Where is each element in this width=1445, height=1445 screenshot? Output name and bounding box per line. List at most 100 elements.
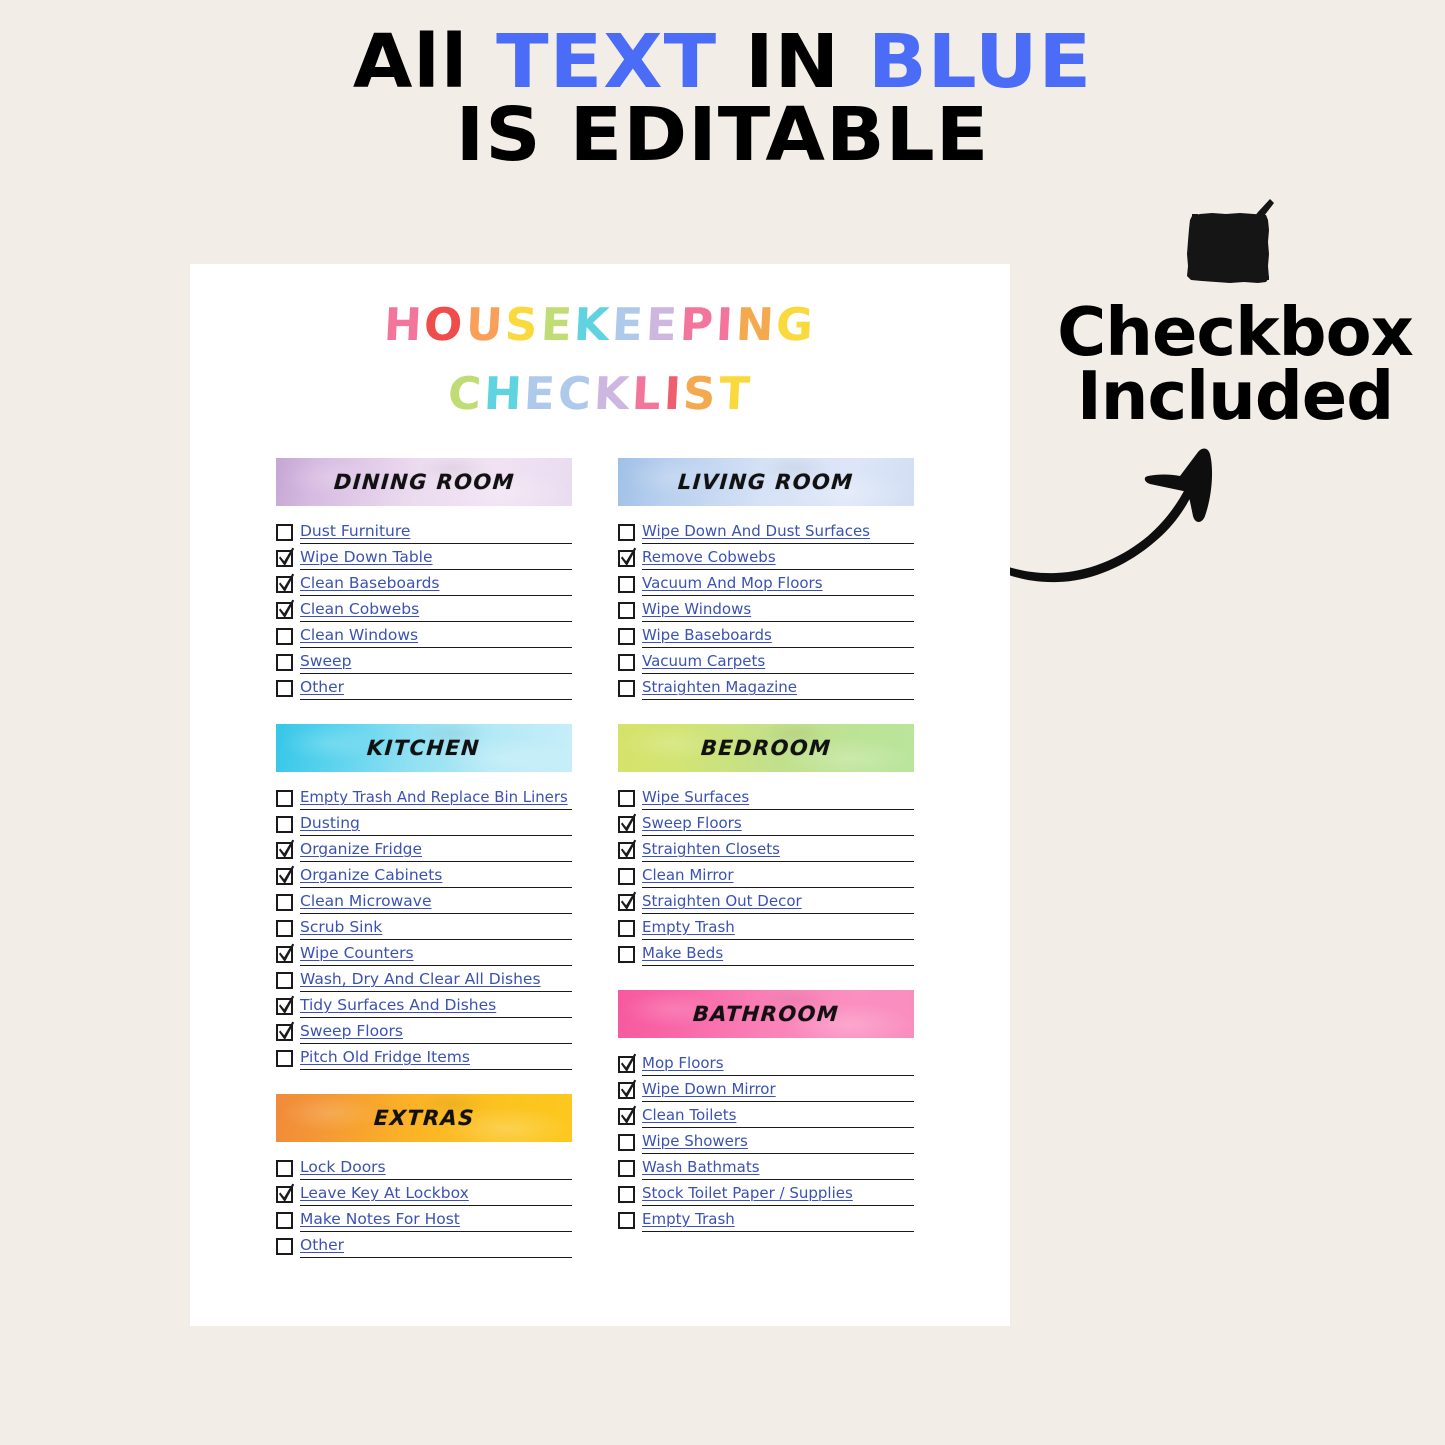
checkbox[interactable] xyxy=(618,813,637,833)
checkbox[interactable] xyxy=(618,891,637,911)
checklist-item-label[interactable]: Clean Windows xyxy=(300,626,418,644)
checklist-item-line[interactable]: Tidy Surfaces And Dishes xyxy=(300,996,572,1018)
checklist-item-label[interactable]: Make Beds xyxy=(642,944,723,962)
checklist-item-label[interactable]: Sweep Floors xyxy=(642,814,742,832)
checklist-item-line[interactable]: Lock Doors xyxy=(300,1158,572,1180)
checklist-row[interactable]: Straighten Closets xyxy=(618,836,914,862)
checklist-item-label[interactable]: Sweep Floors xyxy=(300,1022,403,1040)
checklist-row[interactable]: Clean Cobwebs xyxy=(276,596,572,622)
checklist-item-label[interactable]: Dust Furniture xyxy=(300,522,410,540)
checklist-item-line[interactable]: Empty Trash xyxy=(642,1210,914,1232)
checklist-item-label[interactable]: Empty Trash And Replace Bin Liners xyxy=(300,788,568,806)
checklist-item-label[interactable]: Organize Cabinets xyxy=(300,866,442,884)
checklist-item-line[interactable]: Make Notes For Host xyxy=(300,1210,572,1232)
checklist-item-label[interactable]: Pitch Old Fridge Items xyxy=(300,1048,470,1066)
checkbox[interactable] xyxy=(618,680,635,697)
checklist-item-line[interactable]: Dusting xyxy=(300,814,572,836)
checklist-item-line[interactable]: Clean Mirror xyxy=(642,866,914,888)
checklist-row[interactable]: Straighten Out Decor xyxy=(618,888,914,914)
checkbox[interactable] xyxy=(618,1186,635,1203)
checklist-item-line[interactable]: Clean Windows xyxy=(300,626,572,648)
checklist-item-line[interactable]: Wipe Down Mirror xyxy=(642,1080,914,1102)
checklist-item-line[interactable]: Straighten Closets xyxy=(642,840,914,862)
checklist-row[interactable]: Other xyxy=(276,1232,572,1258)
checklist-item-line[interactable]: Sweep Floors xyxy=(300,1022,572,1044)
checkbox[interactable] xyxy=(618,654,635,671)
checklist-item-line[interactable]: Wipe Windows xyxy=(642,600,914,622)
checklist-item-label[interactable]: Straighten Magazine xyxy=(642,678,797,696)
checklist-item-label[interactable]: Wipe Showers xyxy=(642,1132,748,1150)
checklist-row[interactable]: Stock Toilet Paper / Supplies xyxy=(618,1180,914,1206)
checkbox[interactable] xyxy=(276,972,293,989)
checkbox[interactable] xyxy=(276,573,295,593)
checklist-item-line[interactable]: Remove Cobwebs xyxy=(642,548,914,570)
checklist-item-label[interactable]: Wipe Windows xyxy=(642,600,751,618)
checklist-item-line[interactable]: Sweep Floors xyxy=(642,814,914,836)
checkbox[interactable] xyxy=(618,1079,637,1099)
checklist-row[interactable]: Straighten Magazine xyxy=(618,674,914,700)
checkbox[interactable] xyxy=(276,1021,295,1041)
checklist-row[interactable]: Other xyxy=(276,674,572,700)
checkbox[interactable] xyxy=(276,865,295,885)
checklist-item-line[interactable]: Organize Fridge xyxy=(300,840,572,862)
checkbox[interactable] xyxy=(618,839,637,859)
checklist-row[interactable]: Wipe Windows xyxy=(618,596,914,622)
checkbox[interactable] xyxy=(618,1134,635,1151)
checklist-item-line[interactable]: Mop Floors xyxy=(642,1054,914,1076)
checklist-item-line[interactable]: Wipe Counters xyxy=(300,944,572,966)
checklist-item-line[interactable]: Other xyxy=(300,678,572,700)
checklist-row[interactable]: Dust Furniture xyxy=(276,518,572,544)
checklist-item-label[interactable]: Wipe Baseboards xyxy=(642,626,772,644)
checkbox[interactable] xyxy=(276,680,293,697)
checklist-item-line[interactable]: Wipe Baseboards xyxy=(642,626,914,648)
checkbox[interactable] xyxy=(276,599,295,619)
checklist-row[interactable]: Lock Doors xyxy=(276,1154,572,1180)
checkbox[interactable] xyxy=(618,790,635,807)
checklist-item-label[interactable]: Make Notes For Host xyxy=(300,1210,460,1228)
checklist-item-line[interactable]: Wipe Down And Dust Surfaces xyxy=(642,522,914,544)
checklist-item-label[interactable]: Clean Cobwebs xyxy=(300,600,419,618)
checkbox[interactable] xyxy=(276,1238,293,1255)
checkbox[interactable] xyxy=(276,943,295,963)
checkbox[interactable] xyxy=(276,547,295,567)
checkbox[interactable] xyxy=(618,547,637,567)
checklist-row[interactable]: Wipe Surfaces xyxy=(618,784,914,810)
checklist-item-line[interactable]: Dust Furniture xyxy=(300,522,572,544)
checklist-item-label[interactable]: Organize Fridge xyxy=(300,840,422,858)
checklist-item-label[interactable]: Mop Floors xyxy=(642,1054,724,1072)
checklist-item-line[interactable]: Scrub Sink xyxy=(300,918,572,940)
checklist-row[interactable]: Wipe Counters xyxy=(276,940,572,966)
checklist-row[interactable]: Organize Fridge xyxy=(276,836,572,862)
checkbox[interactable] xyxy=(276,654,293,671)
checklist-item-line[interactable]: Vacuum Carpets xyxy=(642,652,914,674)
checklist-item-line[interactable]: Wipe Surfaces xyxy=(642,788,914,810)
checklist-row[interactable]: Sweep Floors xyxy=(618,810,914,836)
checklist-item-line[interactable]: Leave Key At Lockbox xyxy=(300,1184,572,1206)
checklist-item-label[interactable]: Remove Cobwebs xyxy=(642,548,776,566)
checklist-row[interactable]: Clean Windows xyxy=(276,622,572,648)
checklist-row[interactable]: Wipe Down Mirror xyxy=(618,1076,914,1102)
checklist-row[interactable]: Scrub Sink xyxy=(276,914,572,940)
checklist-item-line[interactable]: Straighten Magazine xyxy=(642,678,914,700)
checklist-item-label[interactable]: Wipe Down Table xyxy=(300,548,433,566)
checklist-item-label[interactable]: Wipe Surfaces xyxy=(642,788,749,806)
checklist-row[interactable]: Vacuum Carpets xyxy=(618,648,914,674)
checklist-row[interactable]: Wash, Dry And Clear All Dishes xyxy=(276,966,572,992)
checkbox[interactable] xyxy=(618,602,635,619)
checklist-item-line[interactable]: Clean Baseboards xyxy=(300,574,572,596)
checkbox[interactable] xyxy=(276,524,293,541)
checkbox[interactable] xyxy=(276,920,293,937)
checklist-row[interactable]: Clean Toilets xyxy=(618,1102,914,1128)
checklist-item-label[interactable]: Wipe Down And Dust Surfaces xyxy=(642,522,870,540)
checklist-item-line[interactable]: Sweep xyxy=(300,652,572,674)
checklist-row[interactable]: Tidy Surfaces And Dishes xyxy=(276,992,572,1018)
checklist-item-line[interactable]: Empty Trash xyxy=(642,918,914,940)
checklist-item-line[interactable]: Wipe Down Table xyxy=(300,548,572,570)
checklist-item-label[interactable]: Empty Trash xyxy=(642,1210,735,1228)
checklist-item-line[interactable]: Clean Toilets xyxy=(642,1106,914,1128)
checklist-row[interactable]: Clean Microwave xyxy=(276,888,572,914)
checklist-item-line[interactable]: Stock Toilet Paper / Supplies xyxy=(642,1184,914,1206)
checklist-item-line[interactable]: Empty Trash And Replace Bin Liners xyxy=(300,788,572,810)
checklist-row[interactable]: Sweep xyxy=(276,648,572,674)
checklist-item-label[interactable]: Wipe Down Mirror xyxy=(642,1080,776,1098)
